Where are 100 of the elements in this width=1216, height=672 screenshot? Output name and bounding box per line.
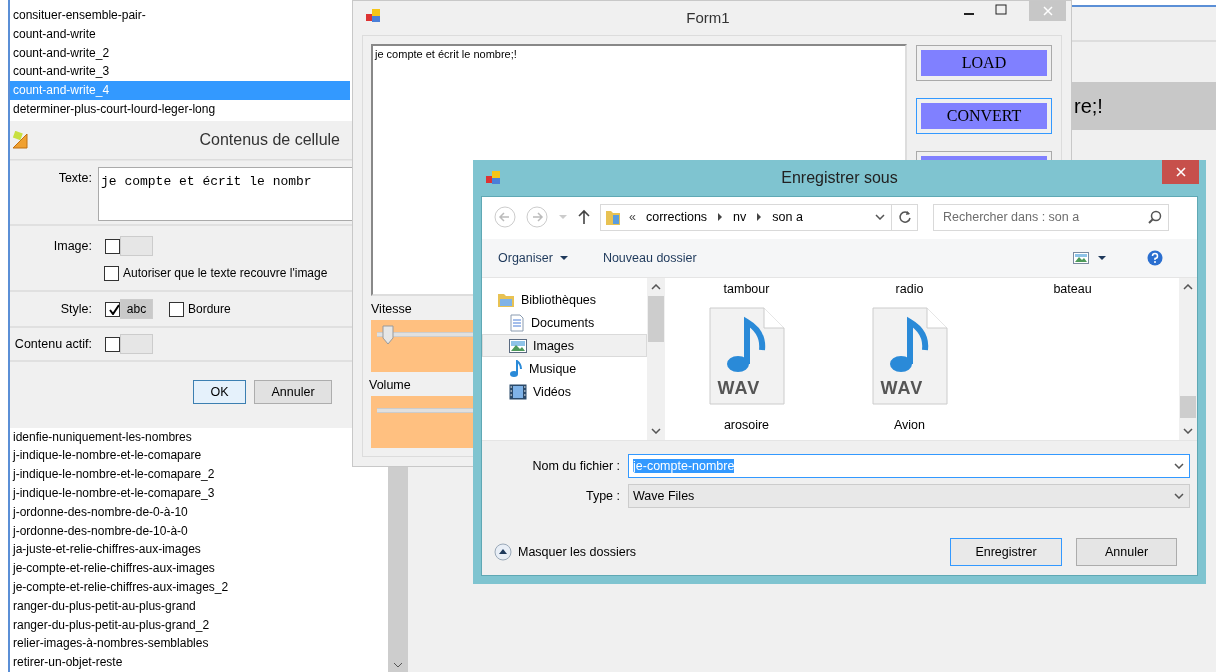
nav-item[interactable]: Bibliothèques bbox=[482, 288, 647, 311]
chevron-icon bbox=[756, 213, 763, 221]
list-item[interactable]: j-ordonne-des-nombre-de-10-à-0 bbox=[10, 521, 188, 541]
search-field[interactable]: Rechercher dans : son a bbox=[933, 203, 1169, 231]
scroll-down-icon[interactable] bbox=[651, 428, 661, 434]
dialog-button[interactable]: Enregistrer bbox=[950, 538, 1062, 566]
list-item[interactable]: ranger-du-plus-petit-au-plus-grand bbox=[10, 596, 196, 616]
view-icon[interactable] bbox=[1072, 252, 1089, 264]
list-item[interactable]: je-compte-et-relie-chiffres-aux-images bbox=[10, 559, 215, 578]
file-type-label: WAV bbox=[880, 378, 924, 399]
scroll-up-icon[interactable] bbox=[651, 284, 661, 290]
scroll-down-icon[interactable] bbox=[393, 662, 403, 668]
nav-item[interactable]: Musique bbox=[482, 357, 647, 380]
action-button[interactable]: LOAD bbox=[917, 46, 1051, 80]
audio-file-icon bbox=[707, 306, 786, 406]
list-item[interactable]: j-indique-le-nombre-et-le-comapare_3 bbox=[10, 484, 215, 503]
scrollbar[interactable] bbox=[647, 278, 665, 440]
window-title: Enregistrer sous bbox=[781, 169, 898, 187]
field-label: Nom du fichier : bbox=[531, 459, 621, 473]
document-icon bbox=[509, 313, 525, 332]
file-name[interactable]: bateau bbox=[1053, 282, 1092, 296]
list-item[interactable]: je-compte-et-relie-chiffres-aux-images_2 bbox=[10, 578, 229, 597]
chevron-down-icon bbox=[1174, 463, 1184, 469]
path-segment[interactable]: corrections bbox=[645, 210, 708, 224]
chevron-down-icon bbox=[1174, 493, 1184, 499]
scroll-thumb[interactable] bbox=[1180, 396, 1196, 418]
nav-item[interactable]: Images bbox=[482, 334, 647, 357]
list-item[interactable]: determiner-plus-court-lourd-leger-long bbox=[10, 100, 350, 119]
nav-item[interactable]: Documents bbox=[482, 311, 647, 334]
file-name[interactable]: arosoire bbox=[723, 418, 770, 432]
scroll-down-icon[interactable] bbox=[1183, 428, 1193, 434]
slider-thumb[interactable] bbox=[382, 325, 395, 345]
help-icon[interactable] bbox=[1146, 250, 1163, 266]
file-name[interactable]: Avion bbox=[893, 418, 925, 432]
list-item[interactable]: count-and-write_2 bbox=[10, 43, 350, 63]
list-item[interactable]: retirer-un-objet-reste bbox=[10, 653, 123, 672]
refresh-button[interactable] bbox=[891, 203, 918, 231]
slider-label: Volume bbox=[369, 377, 412, 392]
close-icon bbox=[1042, 6, 1053, 16]
image-icon bbox=[509, 338, 527, 353]
overflow-marker: « bbox=[629, 210, 636, 224]
chevron-down-icon[interactable] bbox=[875, 214, 885, 220]
field-label: Style: bbox=[59, 302, 93, 317]
scroll-thumb[interactable] bbox=[648, 296, 664, 342]
checkbox[interactable] bbox=[105, 301, 120, 317]
checkbox-label: Autoriser que le texte recouvre l'image bbox=[123, 266, 328, 281]
scrollbar[interactable] bbox=[1179, 278, 1197, 440]
list-item[interactable]: consituer-ensemble-pair- bbox=[10, 6, 350, 25]
address-bar[interactable]: « corrections nv son a bbox=[600, 203, 892, 231]
maximize-icon[interactable] bbox=[995, 4, 1007, 16]
nav-item[interactable]: Vidéos bbox=[482, 380, 647, 403]
close-button[interactable] bbox=[1162, 160, 1199, 184]
list-item[interactable]: ja-juste-et-relie-chiffres-aux-images bbox=[10, 540, 201, 560]
hide-folders-button[interactable]: Masquer les dossiers bbox=[494, 543, 637, 561]
checkbox[interactable] bbox=[105, 336, 120, 352]
band-text: re;! bbox=[1074, 94, 1103, 118]
field-label: Contenu actif: bbox=[13, 337, 93, 352]
list-item[interactable]: j-ordonne-des-nombre-de-0-à-10 bbox=[10, 502, 188, 522]
checkbox-label: Bordure bbox=[188, 302, 231, 317]
dialog-title: Contenus de cellule bbox=[199, 131, 340, 150]
dialog-button[interactable]: Annuler bbox=[1076, 538, 1177, 566]
library-folder-icon bbox=[497, 291, 515, 308]
style-sample[interactable]: abc bbox=[120, 299, 153, 320]
list-item[interactable]: idenfie-nuniquement-les-nombres bbox=[10, 427, 192, 447]
file-type-label: WAV bbox=[717, 378, 761, 399]
window-title: Form1 bbox=[686, 8, 730, 26]
list-item[interactable]: ranger-du-plus-petit-au-plus-grand_2 bbox=[10, 615, 210, 635]
file-name[interactable]: tambour bbox=[723, 282, 770, 296]
organize-menu[interactable]: Organiser bbox=[492, 250, 575, 266]
list-item[interactable]: j-indique-le-nombre-et-le-comapare bbox=[10, 446, 202, 466]
checkbox[interactable] bbox=[104, 265, 119, 281]
dialog-button[interactable]: Annuler bbox=[254, 380, 332, 404]
collapse-icon bbox=[494, 543, 512, 561]
caret-icon[interactable] bbox=[1096, 255, 1107, 261]
list-item[interactable]: relier-images-à-nombres-semblables bbox=[10, 634, 209, 654]
dialog-button[interactable]: OK bbox=[193, 380, 246, 404]
app-icon bbox=[486, 171, 502, 185]
action-button[interactable]: CONVERT bbox=[917, 99, 1051, 133]
checkbox[interactable] bbox=[105, 238, 120, 254]
checkbox[interactable] bbox=[169, 301, 184, 317]
search-icon bbox=[1148, 209, 1162, 224]
path-segment[interactable]: nv bbox=[733, 210, 747, 224]
music-note-icon bbox=[509, 359, 523, 378]
field-label: Image: bbox=[52, 239, 93, 253]
list-item[interactable]: count-and-write bbox=[10, 24, 350, 44]
refresh-icon bbox=[897, 210, 912, 224]
chevron-icon bbox=[717, 213, 724, 221]
new-folder-button[interactable]: Nouveau dossier bbox=[596, 250, 703, 266]
scroll-up-icon[interactable] bbox=[1183, 284, 1193, 290]
list-item[interactable]: count-and-write_3 bbox=[10, 62, 350, 82]
folder-icon bbox=[605, 208, 621, 226]
field-label: Texte: bbox=[57, 170, 93, 186]
close-icon bbox=[1175, 167, 1186, 177]
slider-label: Vitesse bbox=[371, 301, 413, 316]
up-arrow-icon[interactable] bbox=[578, 209, 590, 225]
text-field[interactable]: je compte et écrit le nombr bbox=[98, 167, 354, 222]
type-dropdown[interactable]: Wave Files bbox=[628, 484, 1190, 508]
path-segment[interactable]: son a bbox=[772, 210, 803, 224]
file-name[interactable]: radio bbox=[895, 282, 924, 296]
list-item[interactable]: j-indique-le-nombre-et-le-comapare_2 bbox=[10, 465, 215, 485]
